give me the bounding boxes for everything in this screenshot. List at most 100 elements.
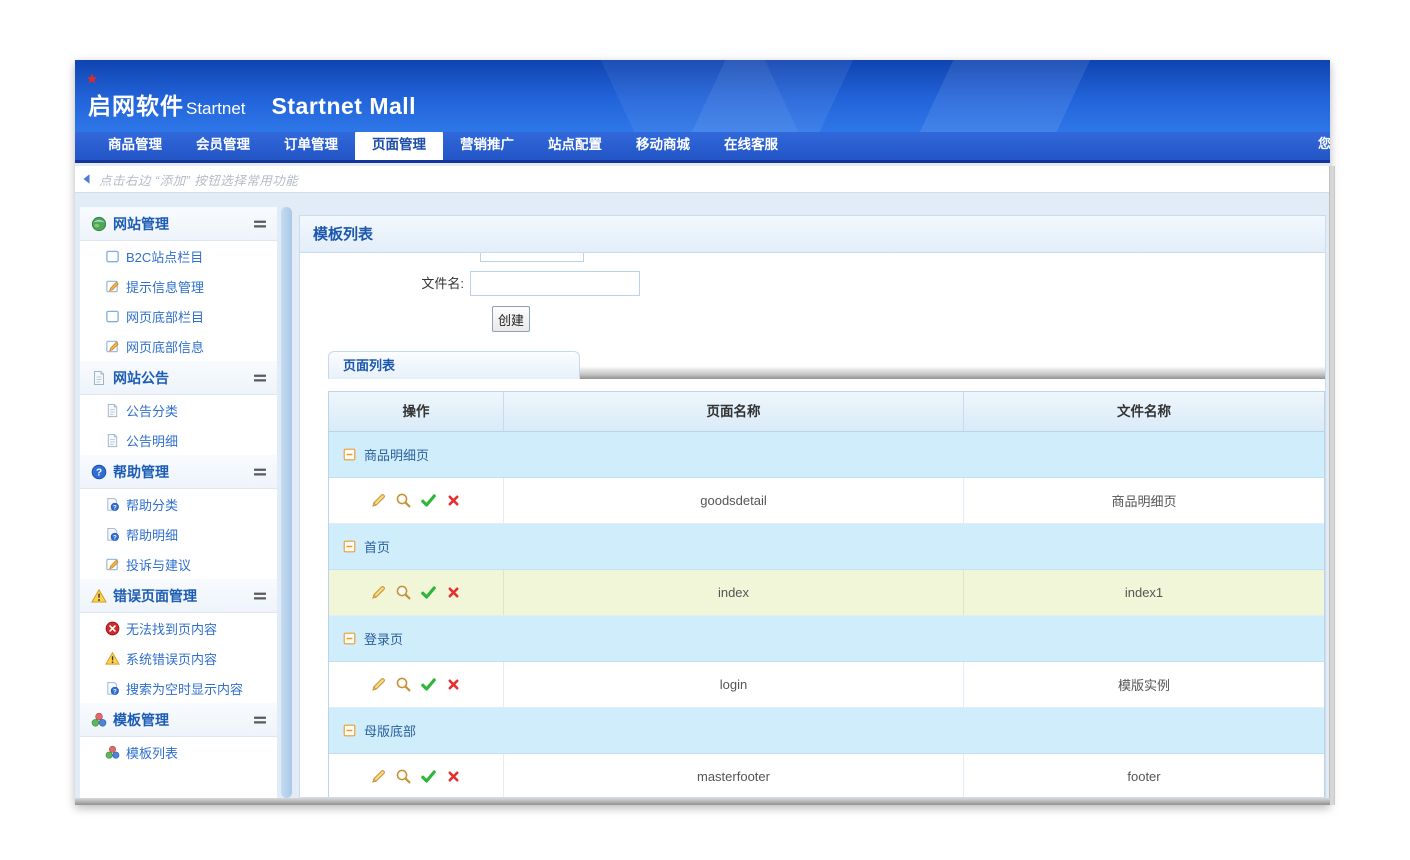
- delete-icon[interactable]: [445, 676, 462, 693]
- main-panel: 模板列表 文件名: 创建 页面列表 操作页面名称文件名称 商品明细页goodsd…: [299, 215, 1326, 798]
- magnifier-icon[interactable]: [395, 492, 412, 509]
- error-icon: [105, 621, 120, 636]
- sidebar-scrollbar[interactable]: [281, 207, 292, 798]
- box-icon: [105, 309, 120, 324]
- nav-tab[interactable]: 营销推广: [443, 132, 531, 160]
- sidebar-item-label: 无法找到页内容: [126, 619, 217, 638]
- filename-input[interactable]: [470, 271, 640, 296]
- blocks-icon: [91, 712, 107, 728]
- doc-icon: [105, 433, 120, 448]
- page-title: 模板列表: [300, 216, 1325, 253]
- sidebar-item-label: B2C站点栏目: [126, 247, 203, 266]
- window-scrollbar[interactable]: [1329, 166, 1335, 805]
- sidebar-section-header[interactable]: 错误页面管理: [80, 579, 277, 613]
- sidebar-item[interactable]: 公告分类: [80, 395, 277, 425]
- help-icon: ?: [91, 464, 107, 480]
- clipped-input[interactable]: [480, 253, 584, 262]
- sidebar-item[interactable]: ?搜索为空时显示内容: [80, 673, 277, 703]
- sidebar-item-label: 系统错误页内容: [126, 649, 217, 668]
- sidebar-item[interactable]: ?帮助明细: [80, 519, 277, 549]
- nav-tab[interactable]: 订单管理: [267, 132, 355, 160]
- nav-tab[interactable]: 页面管理: [355, 132, 443, 160]
- check-icon[interactable]: [420, 676, 437, 693]
- hamburger-icon[interactable]: [252, 464, 268, 480]
- sidebar-section-header[interactable]: 网站公告: [80, 361, 277, 395]
- hamburger-icon[interactable]: [252, 370, 268, 386]
- row-actions: [329, 570, 503, 615]
- sidebar-item[interactable]: B2C站点栏目: [80, 241, 277, 271]
- content-area: 网站管理 B2C站点栏目提示信息管理网页底部栏目网页底部信息网站公告公告分类公告明…: [75, 193, 1330, 805]
- user-greeting: 您好: [1318, 133, 1330, 152]
- pencil-icon[interactable]: [370, 584, 387, 601]
- pencil-icon[interactable]: [370, 676, 387, 693]
- pencil-icon[interactable]: [370, 768, 387, 785]
- tab-page-list[interactable]: 页面列表: [328, 351, 580, 379]
- group-row[interactable]: 登录页: [329, 616, 1324, 662]
- collapse-icon[interactable]: [343, 724, 356, 737]
- hamburger-icon[interactable]: [252, 712, 268, 728]
- sidebar-item-label: 投诉与建议: [126, 555, 191, 574]
- sidebar: 网站管理 B2C站点栏目提示信息管理网页底部栏目网页底部信息网站公告公告分类公告明…: [80, 207, 277, 798]
- collapse-left-icon[interactable]: [82, 173, 91, 185]
- app-window: 启网软件 Startnet Startnet Mall 商品管理会员管理订单管理…: [75, 60, 1330, 805]
- sidebar-section-header[interactable]: ? 帮助管理: [80, 455, 277, 489]
- sidebar-section-title: 帮助管理: [113, 462, 252, 482]
- sidebar-item[interactable]: 模板列表: [80, 737, 277, 767]
- doc-icon: [105, 403, 120, 418]
- sidebar-item-label: 帮助明细: [126, 525, 178, 544]
- sidebar-item-label: 帮助分类: [126, 495, 178, 514]
- check-icon[interactable]: [420, 584, 437, 601]
- column-header: 操作: [329, 392, 503, 431]
- sidebar-section-header[interactable]: 网站管理: [80, 207, 277, 241]
- svg-text:?: ?: [96, 467, 102, 478]
- check-icon[interactable]: [420, 768, 437, 785]
- doc-icon: [91, 370, 107, 386]
- nav-tab[interactable]: 移动商城: [619, 132, 707, 160]
- sidebar-item[interactable]: 系统错误页内容: [80, 643, 277, 673]
- table-row: masterfooterfooter: [329, 754, 1324, 798]
- sidebar-item[interactable]: 公告明细: [80, 425, 277, 455]
- file-name-cell: 商品明细页: [963, 478, 1324, 523]
- nav-tab[interactable]: 会员管理: [179, 132, 267, 160]
- sidebar-section-header[interactable]: 模板管理: [80, 703, 277, 737]
- red-star-icon: [86, 73, 98, 85]
- group-row[interactable]: 商品明细页: [329, 432, 1324, 478]
- sidebar-item[interactable]: 网页底部栏目: [80, 301, 277, 331]
- hamburger-icon[interactable]: [252, 588, 268, 604]
- page-name-cell: goodsdetail: [503, 478, 963, 523]
- template-table: 操作页面名称文件名称 商品明细页goodsdetail商品明细页首页indexi…: [328, 391, 1325, 798]
- sidebar-item-label: 网页底部信息: [126, 337, 204, 356]
- delete-icon[interactable]: [445, 492, 462, 509]
- sidebar-item[interactable]: ? 帮助分类: [80, 489, 277, 519]
- table-row: login模版实例: [329, 662, 1324, 708]
- sidebar-item[interactable]: 投诉与建议: [80, 549, 277, 579]
- sidebar-item[interactable]: 无法找到页内容: [80, 613, 277, 643]
- page-name-cell: login: [503, 662, 963, 707]
- row-actions: [329, 754, 503, 798]
- sidebar-item[interactable]: 提示信息管理: [80, 271, 277, 301]
- group-row[interactable]: 母版底部: [329, 708, 1324, 754]
- sidebar-item[interactable]: 网页底部信息: [80, 331, 277, 361]
- magnifier-icon[interactable]: [395, 768, 412, 785]
- hamburger-icon[interactable]: [252, 216, 268, 232]
- delete-icon[interactable]: [445, 768, 462, 785]
- doc-help-icon: ?: [105, 681, 120, 696]
- magnifier-icon[interactable]: [395, 584, 412, 601]
- group-row[interactable]: 首页: [329, 524, 1324, 570]
- pencil-icon[interactable]: [370, 492, 387, 509]
- svg-text:?: ?: [113, 688, 117, 695]
- nav-tab[interactable]: 在线客服: [707, 132, 795, 160]
- delete-icon[interactable]: [445, 584, 462, 601]
- nav-tab[interactable]: 站点配置: [531, 132, 619, 160]
- collapse-icon[interactable]: [343, 632, 356, 645]
- check-icon[interactable]: [420, 492, 437, 509]
- warning-icon: [105, 651, 120, 666]
- nav-tab[interactable]: 商品管理: [91, 132, 179, 160]
- sidebar-section-title: 网站公告: [113, 368, 252, 388]
- window-bottom-shadow: [75, 798, 1330, 805]
- collapse-icon[interactable]: [343, 540, 356, 553]
- svg-text:?: ?: [113, 504, 117, 511]
- collapse-icon[interactable]: [343, 448, 356, 461]
- magnifier-icon[interactable]: [395, 676, 412, 693]
- create-button[interactable]: 创建: [492, 306, 530, 332]
